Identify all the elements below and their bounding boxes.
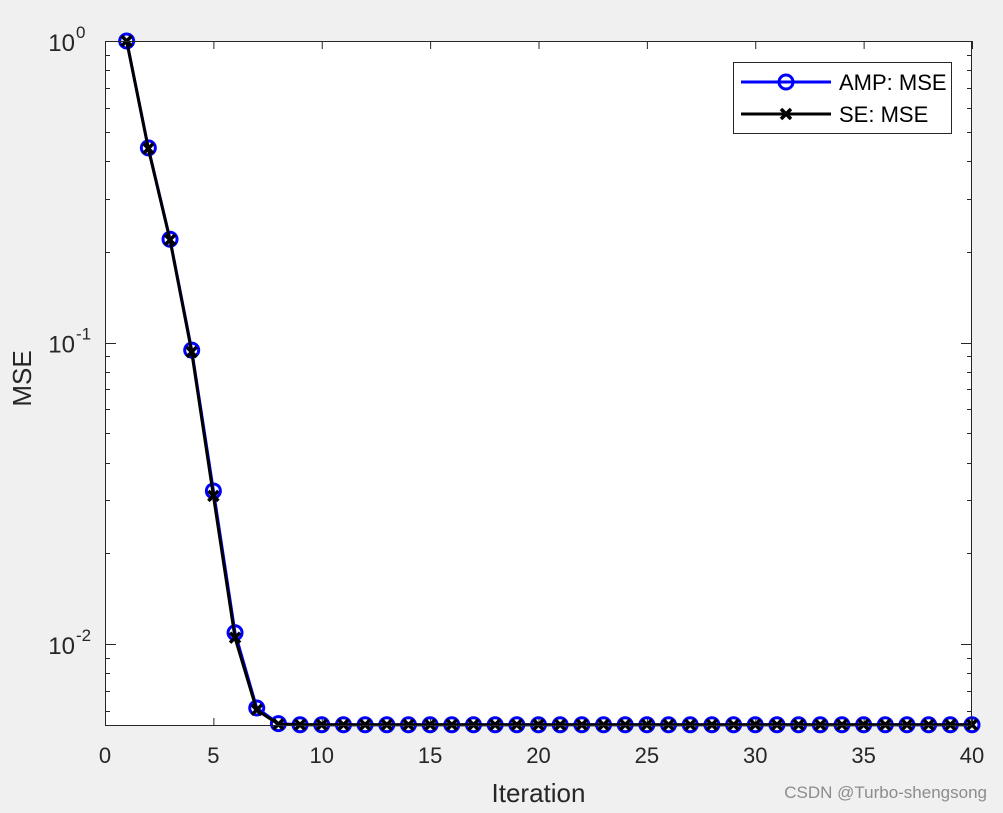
x-tick-label: 15 <box>418 743 442 768</box>
x-tick-label: 35 <box>851 743 875 768</box>
x-tick-label: 5 <box>207 743 219 768</box>
x-tick-label: 25 <box>635 743 659 768</box>
x-tick-label: 40 <box>960 743 984 768</box>
y-tick-exponent: -1 <box>76 325 91 344</box>
x-tick-label: 10 <box>310 743 334 768</box>
y-tick-exponent: -2 <box>76 626 91 645</box>
y-axis-label: MSE <box>7 350 37 406</box>
y-tick-label: 10 <box>48 633 75 660</box>
y-tick-label: 10 <box>48 332 75 359</box>
y-tick-exponent: 0 <box>76 23 85 42</box>
watermark: CSDN @Turbo-shengsong <box>784 783 987 802</box>
x-axis-label: Iteration <box>492 778 586 808</box>
legend: AMP: MSE SE: MSE <box>733 62 952 134</box>
legend-label: AMP: MSE <box>839 70 947 95</box>
x-tick-labels: 0 5 10 15 20 25 30 35 40 <box>99 743 984 768</box>
legend-label: SE: MSE <box>839 102 928 127</box>
mse-chart: 0 5 10 15 20 25 30 35 40 10 010 -110 -2 Iteration M… <box>7 23 984 808</box>
y-tick-labels: 10 010 -110 -2 <box>48 23 91 660</box>
x-tick-label: 30 <box>743 743 767 768</box>
x-tick-label: 0 <box>99 743 111 768</box>
x-tick-label: 20 <box>526 743 550 768</box>
y-tick-label: 10 <box>48 30 75 57</box>
